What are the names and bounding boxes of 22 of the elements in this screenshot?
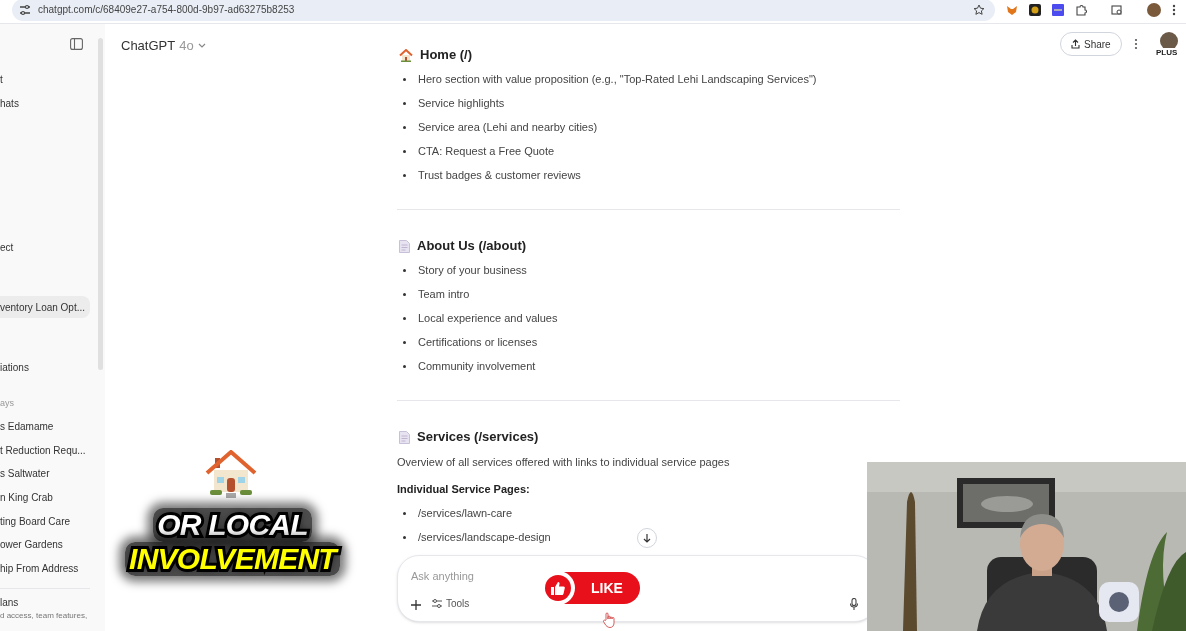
list-item: /services/landscape-design (418, 529, 551, 545)
list-item: Community involvement (418, 358, 536, 374)
url-text: chatgpt.com/c/68409e27-a754-800d-9b97-ad63275b8253 (38, 3, 295, 17)
plans-subtitle: d access, team features, (0, 611, 89, 622)
list-item: Story of your business (418, 262, 527, 278)
list-item: Team intro (418, 286, 470, 302)
list-item: Hero section with value proposition (e.g., "Top-Rated Lehi Landscaping Services") (418, 71, 817, 87)
list-item: Local experience and values (418, 310, 558, 326)
list-item: CTA: Request a Free Quote (418, 143, 555, 159)
subheading: Individual Service Pages: (397, 482, 531, 497)
list-item: Certifications or licenses (418, 334, 538, 350)
plan-badge: PLUS (1155, 48, 1179, 57)
section-heading: About Us (/about) (417, 237, 527, 256)
paragraph: Overview of all services offered with links to individual service pages (397, 455, 731, 470)
list-item: /services/lawn-care (418, 505, 513, 521)
list-item: Trust badges & customer reviews (418, 167, 581, 183)
list-item: Service highlights (418, 95, 505, 111)
section-label: ays (0, 397, 15, 410)
list-item: Service area (Lehi and nearby cities) (418, 119, 598, 135)
section-heading: Services (/services) (417, 428, 539, 447)
placeholder-text: Ask anything (411, 569, 474, 584)
section-heading: Home (/) (420, 46, 472, 65)
